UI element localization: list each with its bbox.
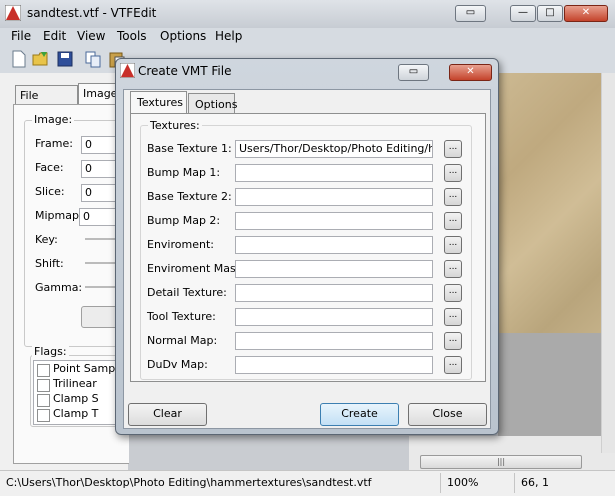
left-panel: File System Image Image: Frame: 0 Face: …: [0, 73, 130, 470]
browse-button[interactable]: ...: [444, 356, 462, 374]
base-texture-2-label: Base Texture 2:: [147, 190, 232, 203]
face-label: Face:: [35, 161, 64, 174]
copy-icon[interactable]: [84, 50, 102, 68]
menu-options[interactable]: Options: [160, 29, 206, 43]
window-title: sandtest.vtf - VTFEdit: [27, 6, 157, 20]
status-file-path: C:\Users\Thor\Desktop\Photo Editing\hamm…: [6, 476, 372, 489]
texture-preview: [498, 73, 615, 333]
dialog-body: Textures Options Textures: Base Texture …: [123, 89, 491, 429]
bump-map-2-label: Bump Map 2:: [147, 214, 221, 227]
textures-tab-panel: Textures: Base Texture 1: Users/Thor/Des…: [130, 113, 486, 382]
base-texture-2-field[interactable]: [235, 188, 433, 206]
status-separator: [440, 473, 441, 493]
switch-window-button[interactable]: ▭: [455, 5, 486, 22]
status-bar: C:\Users\Thor\Desktop\Photo Editing\hamm…: [0, 470, 615, 496]
flag-checkbox[interactable]: [37, 409, 50, 422]
close-window-button[interactable]: ✕: [564, 5, 608, 22]
flag-label: Clamp S: [53, 392, 99, 405]
menu-tools[interactable]: Tools: [117, 29, 147, 43]
bump-map-2-field[interactable]: [235, 212, 433, 230]
base-texture-1-label: Base Texture 1:: [147, 142, 232, 155]
gamma-label: Gamma:: [35, 281, 83, 294]
browse-button[interactable]: ...: [444, 308, 462, 326]
minimize-button[interactable]: —: [510, 5, 536, 22]
flag-checkbox[interactable]: [37, 379, 50, 392]
tool-texture-label: Tool Texture:: [147, 310, 216, 323]
flags-group-label: Flags:: [32, 345, 69, 358]
bump-map-1-field[interactable]: [235, 164, 433, 182]
shift-label: Shift:: [35, 257, 64, 270]
browse-button[interactable]: ...: [444, 260, 462, 278]
environment-mask-label: Enviroment Mask:: [147, 262, 246, 275]
browse-button[interactable]: ...: [444, 140, 462, 158]
tab-image[interactable]: Image: [78, 83, 118, 105]
clear-button[interactable]: Clear: [128, 403, 207, 426]
new-file-icon[interactable]: [10, 50, 28, 68]
dudv-map-field[interactable]: [235, 356, 433, 374]
preview-background: [498, 333, 615, 453]
menu-edit[interactable]: Edit: [43, 29, 66, 43]
horizontal-scrollbar-thumb[interactable]: |||: [420, 455, 582, 469]
browse-button[interactable]: ...: [444, 332, 462, 350]
tab-options[interactable]: Options: [188, 93, 237, 113]
tool-texture-field[interactable]: [235, 308, 433, 326]
detail-texture-field[interactable]: [235, 284, 433, 302]
menu-file[interactable]: File: [11, 29, 31, 43]
tab-file-system[interactable]: File System: [15, 85, 78, 115]
create-button[interactable]: Create: [320, 403, 399, 426]
browse-button[interactable]: ...: [444, 188, 462, 206]
status-separator: [514, 473, 515, 493]
open-folder-icon[interactable]: [32, 50, 50, 68]
vertical-scrollbar[interactable]: [601, 73, 615, 453]
dialog-close-icon[interactable]: ✕: [449, 64, 492, 81]
flag-checkbox[interactable]: [37, 364, 50, 377]
mipmap-label: Mipmap:: [35, 209, 83, 222]
browse-button[interactable]: ...: [444, 236, 462, 254]
bump-map-1-label: Bump Map 1:: [147, 166, 221, 179]
vtfedit-app-icon: [120, 63, 135, 78]
maximize-button[interactable]: □: [537, 5, 563, 22]
tab-textures[interactable]: Textures: [130, 91, 187, 115]
dudv-map-label: DuDv Map:: [147, 358, 208, 371]
environment-field[interactable]: [235, 236, 433, 254]
key-label: Key:: [35, 233, 58, 246]
main-title-bar: sandtest.vtf - VTFEdit ▭ — □ ✕: [0, 0, 615, 29]
dialog-title: Create VMT File: [138, 64, 232, 78]
close-button[interactable]: Close: [408, 403, 487, 426]
menu-help[interactable]: Help: [215, 29, 242, 43]
switch-window-button[interactable]: ▭: [398, 64, 429, 81]
status-zoom: 100%: [447, 476, 479, 489]
frame-label: Frame:: [35, 137, 73, 150]
browse-button[interactable]: ...: [444, 164, 462, 182]
menu-bar: File Edit View Tools Options Help: [0, 28, 615, 45]
flag-checkbox[interactable]: [37, 394, 50, 407]
browse-button[interactable]: ...: [444, 212, 462, 230]
image-group-label: Image:: [32, 113, 75, 126]
vtfedit-app-icon: [5, 5, 21, 21]
create-vmt-dialog: Create VMT File ▭ ✕ Textures Options Tex…: [115, 58, 499, 435]
slice-label: Slice:: [35, 185, 65, 198]
normal-map-label: Normal Map:: [147, 334, 218, 347]
save-icon[interactable]: [56, 50, 74, 68]
flag-label: Trilinear: [53, 377, 97, 390]
browse-button[interactable]: ...: [444, 284, 462, 302]
textures-group-label: Textures:: [148, 119, 202, 132]
base-texture-1-field[interactable]: Users/Thor/Desktop/Photo Editing/hamm: [235, 140, 433, 158]
status-coordinates: 66, 1: [521, 476, 549, 489]
flag-label: Clamp T: [53, 407, 99, 420]
environment-mask-field[interactable]: [235, 260, 433, 278]
menu-view[interactable]: View: [77, 29, 105, 43]
normal-map-field[interactable]: [235, 332, 433, 350]
detail-texture-label: Detail Texture:: [147, 286, 227, 299]
environment-label: Enviroment:: [147, 238, 214, 251]
